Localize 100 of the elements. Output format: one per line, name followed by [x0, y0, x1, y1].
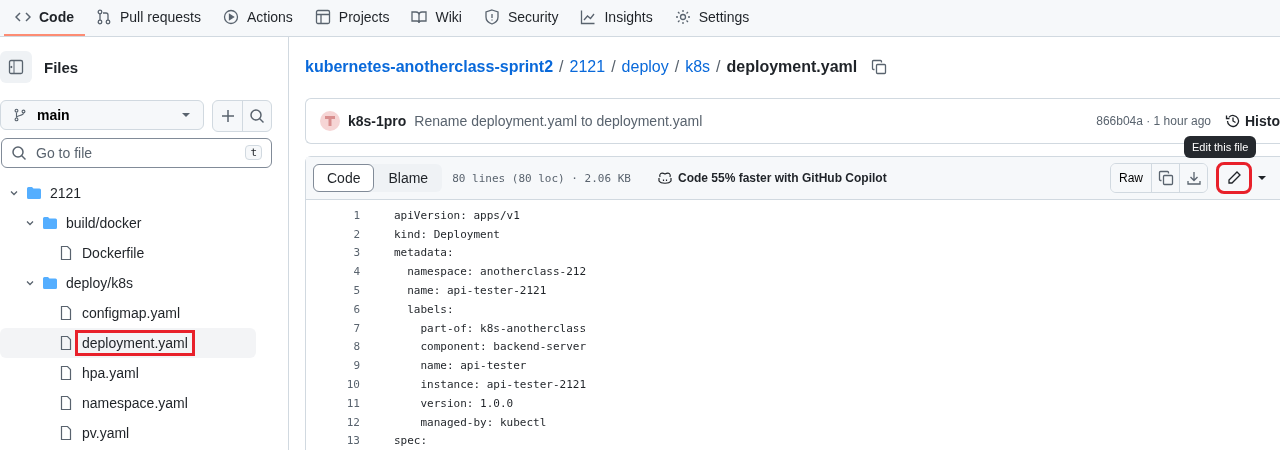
tree-item[interactable]: namespace.yaml	[0, 388, 256, 418]
code-line: instance: api-tester-2121	[419, 378, 587, 392]
code-line: labels:	[406, 302, 454, 316]
line-number: 11	[345, 396, 360, 410]
search-icon	[11, 145, 27, 161]
file-icon	[58, 335, 74, 351]
nav-tab[interactable]: Wiki	[400, 0, 473, 36]
tooltip: Edit this file	[1184, 136, 1257, 158]
edit-button[interactable]	[1218, 164, 1250, 192]
breadcrumb-link[interactable]: k8s	[685, 58, 711, 76]
copilot-icon	[656, 170, 673, 186]
caret-icon	[1257, 175, 1267, 181]
current-file-name: deployment.yaml	[726, 58, 858, 76]
shield-icon	[483, 9, 500, 25]
line-number: 10	[345, 378, 360, 392]
file-name: hpa.yaml	[81, 364, 140, 383]
folder-icon	[42, 215, 58, 231]
code-line: name: api-tester-2121	[406, 284, 547, 298]
file-name: Dockerfile	[81, 244, 146, 263]
sidebar-title: Files	[44, 58, 79, 76]
download-button[interactable]	[1179, 164, 1207, 192]
history-button[interactable]: Histo	[1225, 113, 1280, 129]
breadcrumb-link[interactable]: 2121	[569, 58, 606, 76]
file-name: configmap.yaml	[81, 304, 182, 323]
tree-item[interactable]: build/docker	[0, 208, 256, 238]
code-line: apiVersion: apps/v1	[394, 208, 520, 222]
breadcrumb-link[interactable]: deploy	[621, 58, 669, 76]
commit-message[interactable]: Rename deployment.yaml to deployment.yaml	[414, 113, 703, 129]
line-number: 12	[345, 415, 360, 429]
pencil-icon	[1226, 170, 1242, 186]
history-icon	[1225, 113, 1241, 129]
file-name: deployment.yaml	[75, 330, 195, 356]
path-separator: /	[559, 58, 564, 76]
file-icon	[58, 245, 74, 261]
commit-hash-time: 866b04a · 1 hour ago	[1096, 114, 1211, 128]
plus-icon	[219, 108, 236, 124]
line-number: 1	[352, 208, 360, 222]
code-line: namespace: anotherclass-212	[406, 265, 587, 279]
nav-tab[interactable]: Insights	[569, 0, 664, 36]
table-icon	[314, 9, 331, 25]
commit-author[interactable]: k8s-1pro	[348, 113, 407, 129]
code-line: spec:	[394, 434, 428, 448]
tree-item[interactable]: 2121	[0, 178, 256, 208]
code-line: kind: Deployment	[394, 227, 500, 241]
nav-tab[interactable]: Pull requests	[85, 0, 212, 36]
folder-icon	[26, 185, 42, 201]
file-name: 2121	[49, 184, 83, 203]
file-icon	[58, 305, 74, 321]
tree-item[interactable]: Dockerfile	[0, 238, 256, 268]
book-icon	[411, 9, 428, 25]
play-icon	[222, 9, 239, 25]
copilot-link[interactable]: Code 55% faster with GitHub Copilot	[656, 170, 887, 186]
nav-tab[interactable]: Projects	[303, 0, 401, 36]
file-name: deploy/k8s	[65, 274, 134, 293]
code-line: component: backend-server	[419, 340, 587, 354]
file-icon	[58, 425, 74, 441]
search-icon	[249, 108, 265, 124]
path-separator: /	[674, 58, 680, 76]
nav-tab[interactable]: Code	[4, 0, 85, 36]
breadcrumb-link[interactable]: kubernetes-anotherclass-sprint2	[305, 58, 554, 76]
code-line: managed-by: kubectl	[419, 415, 547, 429]
line-number: 2	[352, 227, 360, 241]
file-info: 80 lines (80 loc) · 2.06 KB	[452, 171, 631, 185]
sidebar-toggle-button[interactable]	[0, 51, 32, 83]
download-icon	[1185, 170, 1202, 186]
line-number: 3	[352, 246, 360, 260]
path-separator: /	[611, 58, 616, 76]
file-name: pv.yaml	[81, 424, 131, 443]
view-tab[interactable]: Code	[313, 164, 375, 192]
copy-icon	[871, 59, 888, 75]
line-number: 5	[352, 284, 360, 298]
nav-tab[interactable]: Security	[472, 0, 570, 36]
line-number: 9	[352, 359, 360, 373]
sidebar-panel-icon	[8, 59, 24, 75]
folder-icon	[42, 275, 58, 291]
tree-item[interactable]: pv.yaml	[0, 418, 256, 448]
line-number: 13	[345, 434, 360, 448]
code-line: metadata:	[394, 246, 454, 260]
line-number: 6	[352, 302, 360, 316]
settings-icon	[674, 9, 691, 25]
path-separator: /	[716, 58, 721, 76]
avatar-icon	[320, 111, 340, 131]
view-tab[interactable]: Blame	[374, 164, 443, 192]
tree-item[interactable]: hpa.yaml	[0, 358, 256, 388]
file-name: namespace.yaml	[81, 394, 189, 413]
tree-item[interactable]: deployment.yaml	[0, 328, 256, 358]
branch-icon	[13, 108, 27, 122]
branch-selector[interactable]: main	[0, 100, 204, 130]
caret-icon	[181, 112, 191, 118]
line-number: 8	[352, 340, 360, 354]
code-line: part-of: k8s-anotherclass	[419, 321, 587, 335]
shortcut-key: t	[245, 145, 262, 160]
nav-tab[interactable]: Actions	[211, 0, 304, 36]
nav-tab[interactable]: Settings	[663, 0, 761, 36]
tree-item[interactable]: configmap.yaml	[0, 298, 256, 328]
copy-icon	[1157, 170, 1174, 186]
graph-icon	[580, 9, 597, 25]
line-number: 4	[352, 265, 360, 279]
file-icon	[58, 395, 74, 411]
tree-item[interactable]: deploy/k8s	[0, 268, 256, 298]
